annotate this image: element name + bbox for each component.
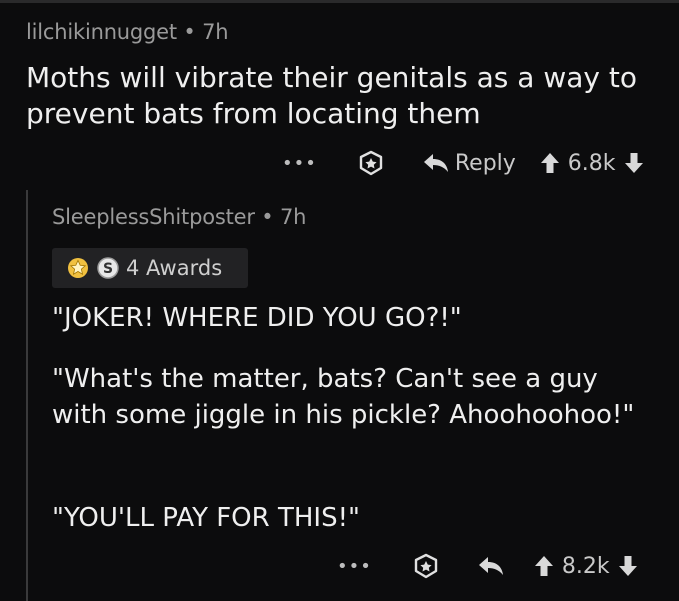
downvote-icon[interactable]: [624, 152, 644, 174]
more-options-button[interactable]: •••: [337, 556, 372, 577]
comment2-time: 7h: [279, 205, 307, 229]
more-options-button[interactable]: •••: [282, 153, 317, 174]
score: 8.2k: [561, 553, 610, 579]
star-award-icon: [66, 256, 90, 280]
reply-button[interactable]: Reply: [423, 151, 516, 176]
award-icon[interactable]: [357, 149, 385, 177]
reply-label: Reply: [454, 150, 516, 176]
comment2-paragraph-1: "JOKER! WHERE DID YOU GO?!": [52, 303, 462, 333]
award-icon[interactable]: [412, 552, 440, 580]
reply-arrow-icon: [478, 557, 503, 575]
comment1-username[interactable]: lilchikinnugget: [26, 20, 177, 44]
thread-line[interactable]: [26, 190, 28, 601]
comment1-actions: ••• Reply 6.8k: [282, 145, 644, 181]
comment2-meta: SleeplessShitposter • 7h: [52, 205, 306, 229]
meta-separator: •: [183, 20, 196, 44]
awards-label: 4 Awards: [126, 256, 223, 280]
comment1-meta: lilchikinnugget • 7h: [26, 20, 229, 44]
comment2-username[interactable]: SleeplessShitposter: [52, 205, 255, 229]
reply-button[interactable]: [478, 555, 504, 577]
comment1-time: 7h: [202, 20, 229, 44]
silver-award-icon: S: [96, 256, 120, 280]
comment2-paragraph-2: "What's the matter, bats? Can't see a gu…: [52, 364, 635, 430]
awards-badge[interactable]: S 4 Awards: [52, 248, 248, 288]
svg-text:S: S: [103, 261, 113, 277]
comment2-paragraph-3: "YOU'LL PAY FOR THIS!": [52, 503, 360, 533]
comment1-body: Moths will vibrate their genitals as a w…: [26, 61, 637, 130]
meta-separator: •: [261, 205, 274, 229]
downvote-icon[interactable]: [618, 555, 638, 577]
top-border: [0, 0, 679, 3]
score: 6.8k: [567, 150, 616, 176]
reply-arrow-icon: [423, 152, 449, 174]
upvote-icon[interactable]: [534, 555, 554, 577]
comment2-actions: ••• 8.2k: [337, 549, 638, 583]
upvote-icon[interactable]: [540, 152, 560, 174]
